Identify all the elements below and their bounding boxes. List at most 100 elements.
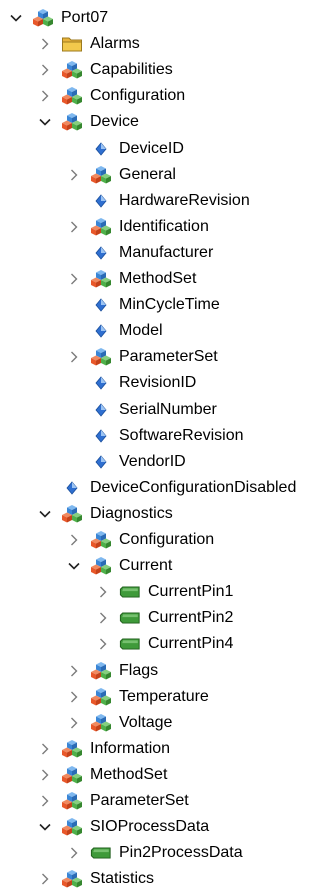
tree-item-mincycletime[interactable]: MinCycleTime bbox=[66, 292, 220, 318]
tree-item-general[interactable]: General bbox=[66, 162, 176, 188]
variable-icon bbox=[119, 581, 141, 603]
tree-item-pin2processdata[interactable]: Pin2ProcessData bbox=[66, 840, 243, 866]
property-icon bbox=[90, 138, 112, 160]
folder-icon bbox=[61, 33, 83, 55]
tree-item-parameterset[interactable]: ParameterSet bbox=[66, 344, 218, 370]
chevron-right-icon[interactable] bbox=[66, 840, 82, 866]
tree-item-label: Configuration bbox=[119, 531, 215, 548]
tree-item-currentpin2[interactable]: CurrentPin2 bbox=[95, 605, 233, 631]
chevron-right-icon[interactable] bbox=[66, 684, 82, 710]
object-icon bbox=[90, 346, 112, 368]
chevron-right-icon[interactable] bbox=[95, 605, 111, 631]
object-icon bbox=[61, 738, 83, 760]
chevron-right-icon[interactable] bbox=[37, 736, 53, 762]
tree-item-parameterset[interactable]: ParameterSet bbox=[37, 788, 189, 814]
tree-item-vendorid[interactable]: VendorID bbox=[66, 449, 186, 475]
tree-item-label: Current bbox=[119, 557, 173, 575]
chevron-right-icon[interactable] bbox=[66, 162, 82, 188]
chevron-down-icon[interactable] bbox=[8, 5, 24, 31]
tree-item-label: MethodSet bbox=[119, 270, 197, 287]
tree-item-label: DeviceConfigurationDisabled bbox=[90, 478, 297, 496]
tree-item-deviceconfigurationdisabled[interactable]: DeviceConfigurationDisabled bbox=[37, 475, 296, 501]
tree-item-identification[interactable]: Identification bbox=[66, 214, 209, 240]
variable-icon bbox=[119, 633, 141, 655]
chevron-right-icon[interactable] bbox=[66, 214, 82, 240]
chevron-right-icon[interactable] bbox=[66, 527, 82, 553]
chevron-right-icon[interactable] bbox=[66, 658, 82, 684]
object-icon bbox=[90, 529, 112, 551]
tree-item-temperature[interactable]: Temperature bbox=[66, 684, 209, 710]
chevron-right-icon[interactable] bbox=[66, 710, 82, 736]
chevron-right-icon[interactable] bbox=[37, 57, 53, 83]
chevron-right-icon[interactable] bbox=[37, 83, 53, 109]
tree-item-configuration[interactable]: Configuration bbox=[37, 83, 185, 109]
tree-item-manufacturer[interactable]: Manufacturer bbox=[66, 240, 213, 266]
tree-item-methodset[interactable]: MethodSet bbox=[37, 762, 167, 788]
property-icon bbox=[90, 294, 112, 316]
tree-item-label: MinCycleTime bbox=[119, 296, 220, 314]
tree-item-label: CurrentPin1 bbox=[148, 583, 234, 601]
tree-item-label: SerialNumber bbox=[119, 400, 217, 418]
tree-item-statistics[interactable]: Statistics bbox=[37, 866, 154, 892]
chevron-down-icon[interactable] bbox=[37, 501, 53, 527]
tree-item-diagnostics[interactable]: Diagnostics bbox=[37, 501, 173, 527]
tree-item-sioprocessdata[interactable]: SIOProcessData bbox=[37, 814, 209, 840]
chevron-down-icon[interactable] bbox=[37, 814, 53, 840]
tree-item-revisionid[interactable]: RevisionID bbox=[66, 370, 196, 396]
chevron-down-icon[interactable] bbox=[66, 553, 82, 579]
chevron-right-icon[interactable] bbox=[37, 762, 53, 788]
tree-item-label: Statistics bbox=[90, 870, 155, 888]
tree-item-methodset[interactable]: MethodSet bbox=[66, 266, 196, 292]
tree-item-hardwarerevision[interactable]: HardwareRevision bbox=[66, 188, 250, 214]
property-icon bbox=[90, 190, 112, 212]
chevron-right-icon[interactable] bbox=[37, 866, 53, 892]
tree-item-port07[interactable]: Port07 bbox=[8, 5, 108, 31]
variable-icon bbox=[119, 607, 141, 629]
chevron-right-icon[interactable] bbox=[95, 579, 111, 605]
tree-item-label: Information bbox=[90, 739, 171, 757]
tree-item-label: Diagnostics bbox=[90, 504, 173, 522]
object-icon bbox=[90, 164, 112, 186]
tree-item-label: SIOProcessData bbox=[90, 818, 210, 836]
tree-item-device[interactable]: Device bbox=[37, 109, 139, 135]
tree-item-softwarerevision[interactable]: SoftwareRevision bbox=[66, 423, 244, 449]
tree-item-label: MethodSet bbox=[90, 765, 168, 783]
object-icon bbox=[90, 268, 112, 290]
tree-item-label: ParameterSet bbox=[119, 348, 218, 366]
property-icon bbox=[61, 477, 83, 499]
tree-item-model[interactable]: Model bbox=[66, 318, 163, 344]
variable-icon bbox=[90, 842, 112, 864]
tree-item-label: HardwareRevision bbox=[119, 191, 250, 209]
chevron-right-icon[interactable] bbox=[37, 31, 53, 57]
tree-item-currentpin1[interactable]: CurrentPin1 bbox=[95, 579, 233, 605]
chevron-right-icon[interactable] bbox=[37, 788, 53, 814]
object-icon bbox=[61, 111, 83, 133]
tree-view: Port07 Alarms Capabilities Configuration… bbox=[0, 0, 323, 888]
tree-item-alarms[interactable]: Alarms bbox=[37, 31, 140, 57]
chevron-right-icon[interactable] bbox=[66, 344, 82, 370]
object-icon bbox=[61, 85, 83, 107]
chevron-down-icon[interactable] bbox=[37, 109, 53, 135]
tree-item-voltage[interactable]: Voltage bbox=[66, 710, 172, 736]
tree-item-capabilities[interactable]: Capabilities bbox=[37, 57, 173, 83]
tree-item-configuration[interactable]: Configuration bbox=[66, 527, 214, 553]
tree-item-serialnumber[interactable]: SerialNumber bbox=[66, 397, 217, 423]
tree-item-deviceid[interactable]: DeviceID bbox=[66, 136, 184, 162]
tree-item-current[interactable]: Current bbox=[66, 553, 172, 579]
tree-item-label: General bbox=[119, 165, 176, 183]
chevron-right-icon[interactable] bbox=[66, 266, 82, 292]
tree-item-currentpin4[interactable]: CurrentPin4 bbox=[95, 631, 233, 657]
object-icon bbox=[90, 660, 112, 682]
chevron-right-icon[interactable] bbox=[95, 631, 111, 657]
tree-item-flags[interactable]: Flags bbox=[66, 658, 158, 684]
property-icon bbox=[90, 320, 112, 342]
tree-item-label: Temperature bbox=[119, 687, 209, 705]
tree-item-label: Pin2ProcessData bbox=[119, 844, 243, 862]
object-icon bbox=[32, 7, 54, 29]
tree-item-label: Configuration bbox=[90, 87, 186, 105]
tree-item-information[interactable]: Information bbox=[37, 736, 170, 762]
